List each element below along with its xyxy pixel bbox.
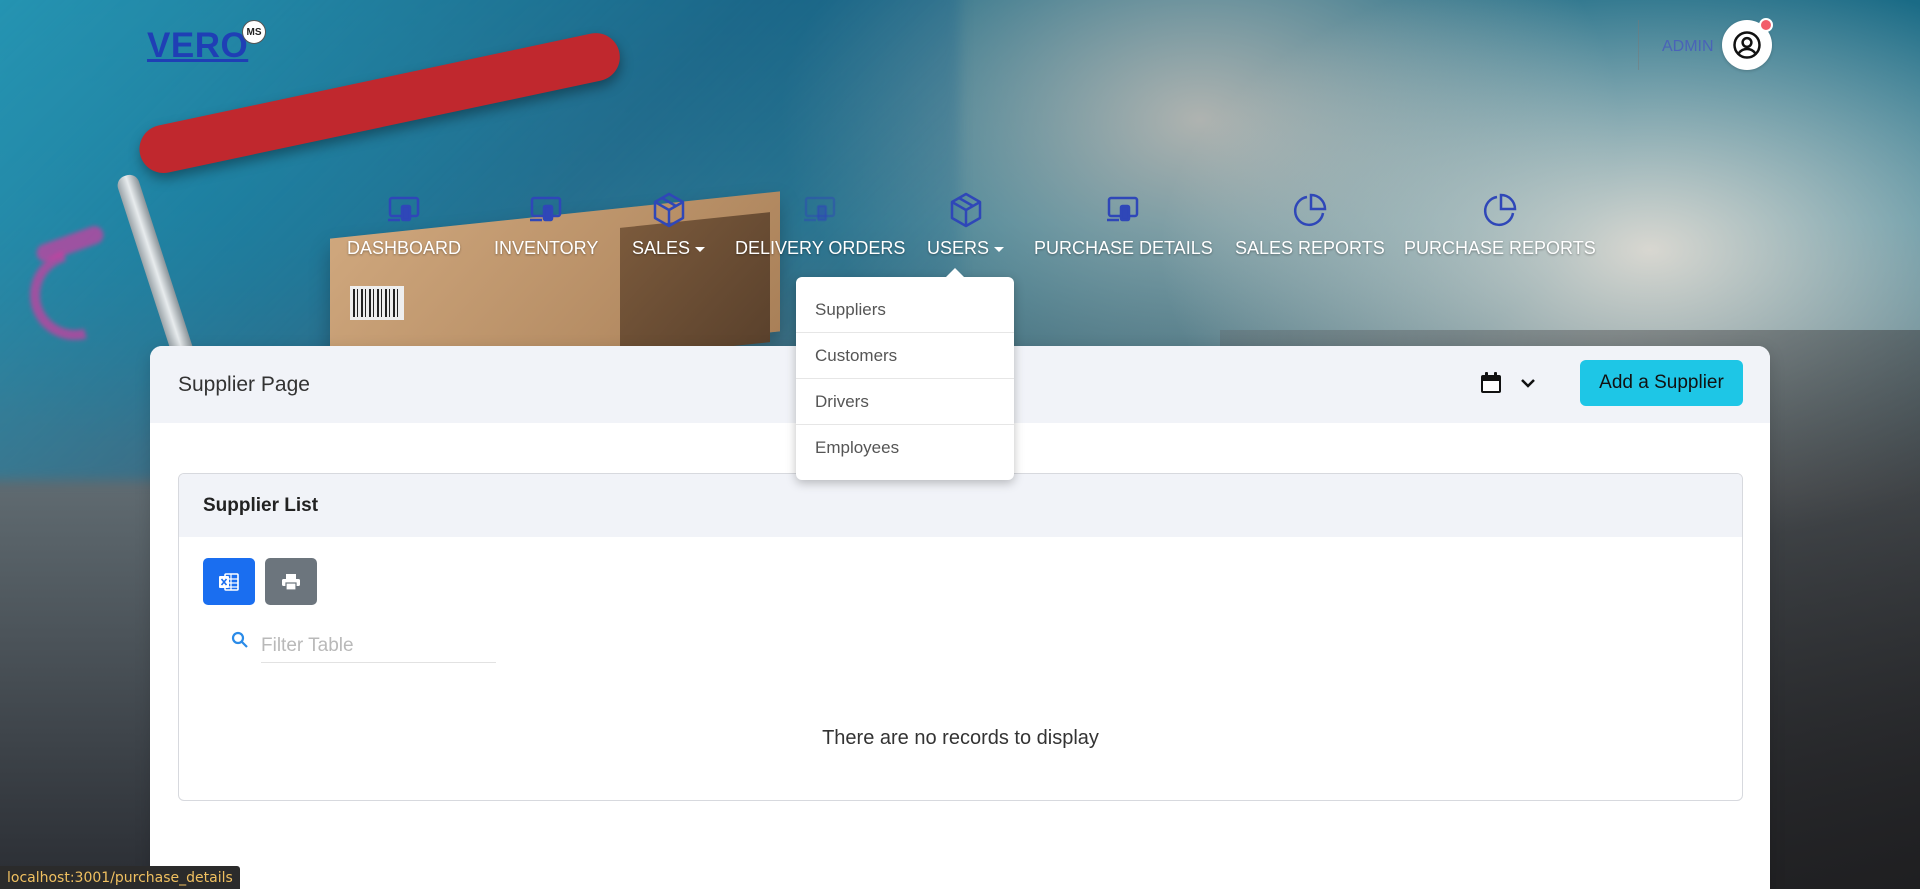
nav-item-label: SALES REPORTS [1235, 238, 1385, 258]
chevron-down-icon [1521, 379, 1535, 388]
printer-icon [282, 573, 300, 590]
add-supplier-button[interactable]: Add a Supplier [1580, 360, 1743, 406]
nav-item-delivery-orders[interactable]: DELIVERY ORDERS [735, 188, 905, 259]
users-dropdown-menu: Suppliers Customers Drivers Employees [796, 268, 1014, 480]
box-icon [652, 188, 686, 232]
menu-item-employees[interactable]: Employees [796, 425, 1014, 471]
nav-item-inventory[interactable]: INVENTORY [494, 188, 598, 259]
main-nav: DASHBOARD INVENTORY SALES DELIVERY ORDER… [0, 188, 1920, 268]
nav-item-label: USERS [927, 238, 990, 258]
nav-item-label: PURCHASE DETAILS [1034, 238, 1213, 258]
nav-item-users[interactable]: USERS [927, 188, 1005, 259]
nav-item-purchase-reports[interactable]: PURCHASE REPORTS [1404, 188, 1596, 259]
excel-icon [219, 572, 239, 591]
filter-table-field [231, 628, 496, 664]
pie-chart-icon [1292, 188, 1328, 232]
devices-icon [528, 188, 564, 232]
caret-down-icon [994, 246, 1005, 252]
empty-table-message: There are no records to display [822, 727, 1099, 749]
menu-item-drivers[interactable]: Drivers [796, 379, 1014, 425]
calendar-icon [1481, 372, 1501, 393]
devices-icon [1105, 188, 1141, 232]
nav-item-sales-reports[interactable]: SALES REPORTS [1235, 188, 1385, 259]
export-excel-button[interactable] [203, 558, 255, 605]
user-circle-icon [1733, 31, 1761, 59]
nav-item-label: DASHBOARD [347, 238, 462, 258]
header-divider [1638, 20, 1639, 70]
print-button[interactable] [265, 558, 317, 605]
export-toolbar [203, 558, 317, 605]
nav-item-purchase-details[interactable]: PURCHASE DETAILS [1034, 188, 1213, 259]
nav-item-dashboard[interactable]: DASHBOARD [347, 188, 461, 259]
nav-item-label: SALES [632, 238, 691, 258]
menu-item-suppliers[interactable]: Suppliers [796, 287, 1014, 333]
nav-item-label: DELIVERY ORDERS [735, 238, 906, 258]
date-filter-button[interactable] [1480, 372, 1536, 394]
search-icon [231, 631, 248, 648]
notification-dot [1759, 18, 1773, 32]
nav-item-label: PURCHASE REPORTS [1404, 238, 1596, 258]
status-bar-url: localhost:3001/purchase_details [0, 866, 240, 889]
nav-item-label-row: USERS [927, 238, 1005, 259]
user-role-label: ADMIN [1662, 38, 1714, 55]
caret-down-icon [695, 246, 706, 252]
nav-item-label-row: SALES [632, 238, 706, 259]
brand-badge: MS [242, 20, 266, 44]
nav-item-label: INVENTORY [494, 238, 599, 258]
menu-item-customers[interactable]: Customers [796, 333, 1014, 379]
nav-item-sales[interactable]: SALES [632, 188, 706, 259]
devices-icon [802, 188, 838, 232]
devices-icon [386, 188, 422, 232]
page-title: Supplier Page [178, 372, 310, 396]
supplier-list-panel: Supplier List There are no records to di… [178, 473, 1743, 801]
box-icon [949, 188, 983, 232]
supplier-list-heading: Supplier List [179, 474, 1742, 537]
pie-chart-icon [1482, 188, 1518, 232]
brand-logo[interactable]: VERO [147, 26, 248, 66]
filter-table-input[interactable] [261, 629, 496, 663]
